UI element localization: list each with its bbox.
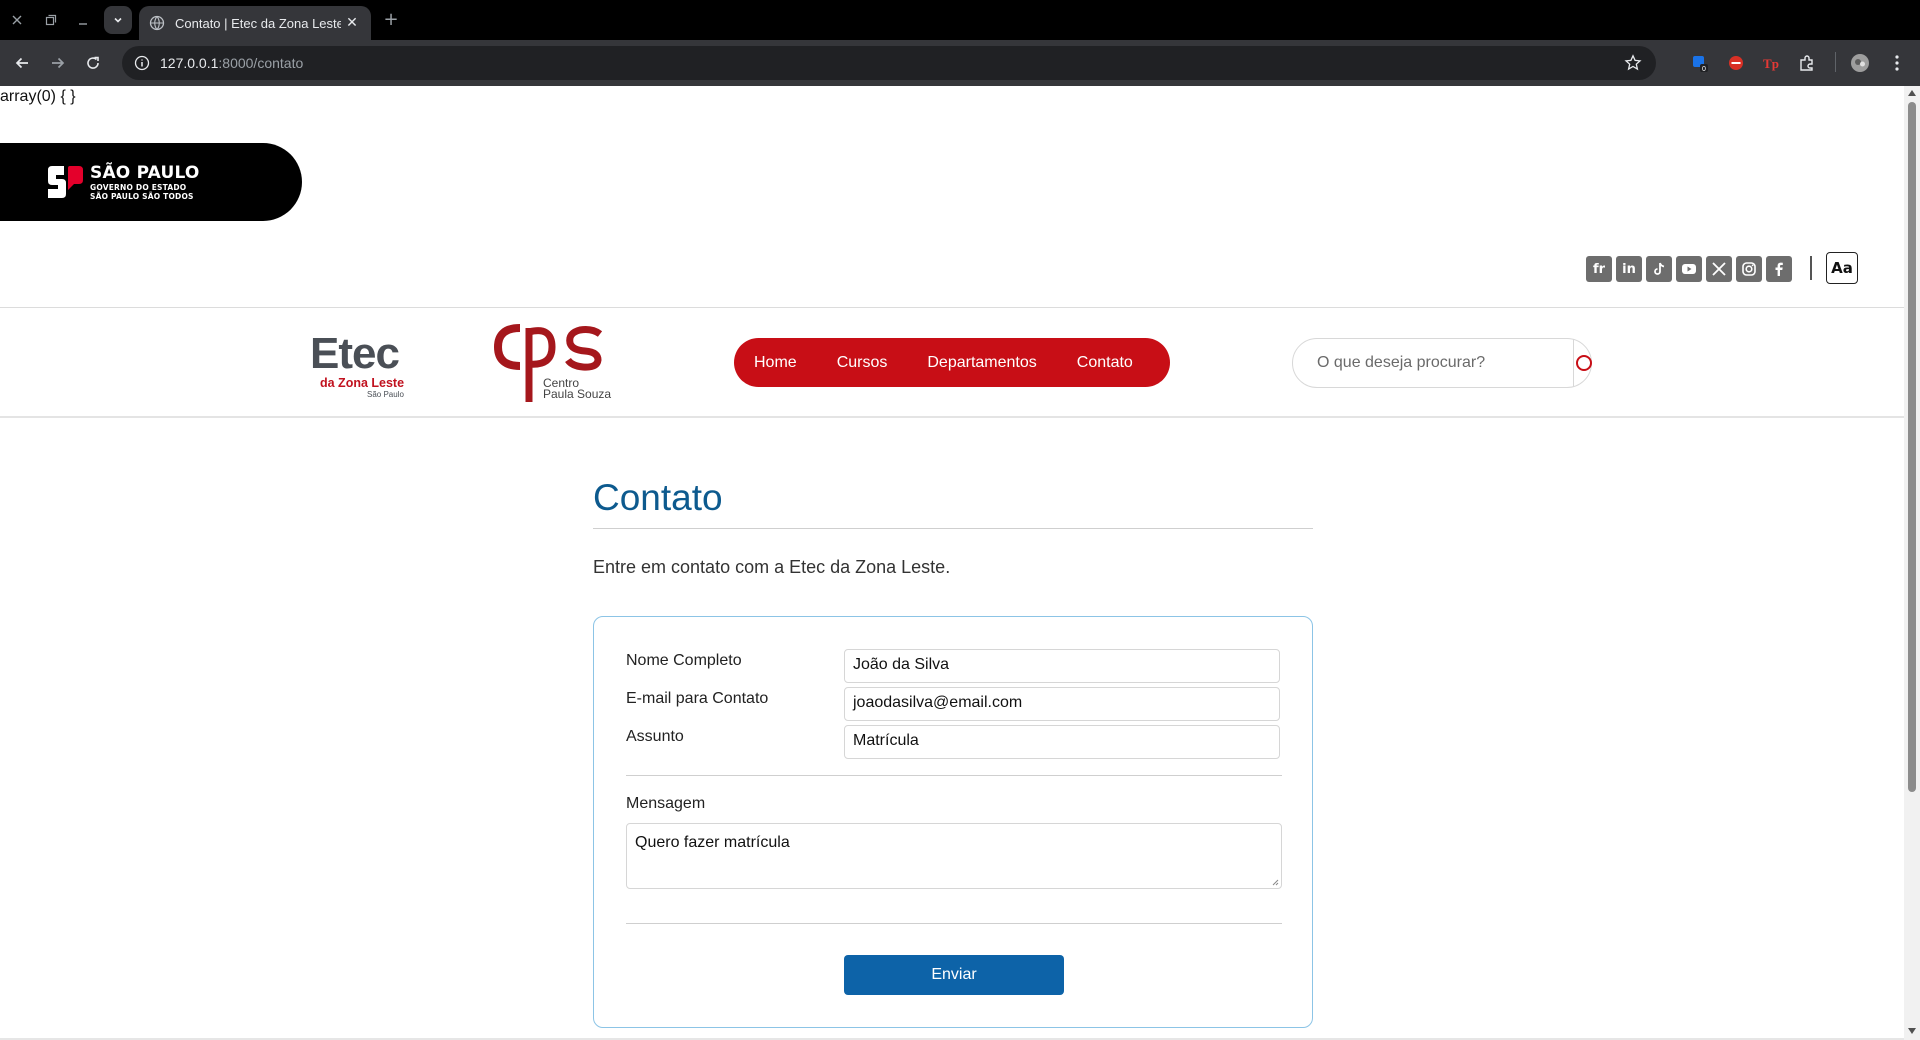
gov-logo-title: SÃO PAULO	[90, 163, 200, 183]
browser-titlebar: Contato | Etec da Zona Leste ✕ +	[0, 0, 1920, 40]
form-divider-bottom	[626, 923, 1282, 924]
email-label: E-mail para Contato	[626, 690, 769, 707]
etec-logo-title: Etec	[310, 329, 400, 378]
sp-logo-icon	[48, 166, 83, 198]
back-arrow-icon[interactable]	[10, 51, 34, 75]
linkedin-label: in	[1622, 261, 1636, 277]
tab-close-icon[interactable]: ✕	[343, 15, 361, 31]
instagram-icon[interactable]	[1736, 256, 1762, 282]
flickr-fr-icon[interactable]: fr	[1586, 256, 1612, 282]
scroll-up-arrow-icon[interactable]	[1908, 90, 1916, 96]
url-path: :8000/contato	[218, 55, 304, 71]
etec-logo-city: São Paulo	[367, 390, 404, 399]
page-lead: Entre em contato com a Etec da Zona Lest…	[593, 557, 951, 577]
gov-logo-slogan: SÃO PAULO SÃO TODOS	[90, 192, 194, 201]
x-twitter-icon[interactable]	[1706, 256, 1732, 282]
scroll-down-arrow-icon[interactable]	[1908, 1028, 1916, 1034]
window-close-icon[interactable]	[6, 9, 28, 31]
nav-item-contato[interactable]: Contato	[1077, 354, 1133, 372]
blocker-extension-icon[interactable]	[1725, 52, 1747, 74]
message-textarea[interactable]: Quero fazer matrícula	[626, 823, 1282, 889]
linkedin-icon[interactable]: in	[1616, 256, 1642, 282]
window-minimize-icon[interactable]	[72, 9, 94, 31]
new-tab-button[interactable]: +	[380, 9, 402, 31]
scrollbar-thumb[interactable]	[1908, 102, 1916, 792]
tp-extension-icon[interactable]: Tp	[1760, 52, 1782, 74]
nav-item-home[interactable]: Home	[754, 354, 797, 372]
facebook-icon[interactable]	[1766, 256, 1792, 282]
search-placeholder: O que deseja procurar?	[1317, 354, 1486, 371]
message-label: Mensagem	[626, 795, 706, 812]
form-divider	[626, 775, 1282, 776]
profile-avatar-icon[interactable]	[1849, 52, 1871, 74]
debug-output: array(0) { }	[0, 88, 76, 105]
url-host: 127.0.0.1	[160, 55, 219, 71]
browser-menu-icon[interactable]	[1886, 52, 1908, 74]
address-bar[interactable]: 127.0.0.1:8000/contato	[122, 46, 1656, 80]
message-text: Quero fazer matrícula	[635, 834, 790, 851]
email-field[interactable]: joaodasilva@email.com	[844, 687, 1280, 721]
title-underline	[593, 528, 1313, 529]
cps-logo[interactable]: Centro Paula Souza	[490, 320, 620, 406]
subject-label: Assunto	[626, 728, 684, 745]
contact-form: Nome Completo João da Silva E-mail para …	[593, 616, 1313, 1028]
etec-logo-subtitle: da Zona Leste	[320, 376, 405, 390]
browser-tab-active[interactable]: Contato | Etec da Zona Leste ✕	[139, 6, 371, 40]
top-divider	[0, 307, 1904, 308]
font-size-accessibility-button[interactable]: Aa	[1826, 252, 1858, 284]
globe-icon	[149, 15, 165, 31]
submit-button[interactable]: Enviar	[844, 955, 1064, 995]
name-field[interactable]: João da Silva	[844, 649, 1280, 683]
gov-logo-subtitle: GOVERNO DO ESTADO	[90, 183, 187, 192]
svg-text:Tp: Tp	[1763, 56, 1779, 71]
tiktok-icon[interactable]	[1646, 256, 1672, 282]
youtube-icon[interactable]	[1676, 256, 1702, 282]
name-label: Nome Completo	[626, 652, 742, 669]
gov-sp-logo[interactable]: SÃO PAULO GOVERNO DO ESTADO SÃO PAULO SÃ…	[0, 143, 302, 221]
search-input[interactable]: O que deseja procurar?	[1292, 338, 1592, 388]
web-page: array(0) { } SÃO PAULO GOVERNO DO ESTADO…	[0, 86, 1904, 1040]
cps-logo-line2: Paula Souza	[543, 387, 612, 401]
nav-item-departamentos[interactable]: Departamentos	[927, 354, 1036, 372]
subject-field[interactable]: Matrícula	[844, 725, 1280, 759]
resize-grip-icon[interactable]	[1271, 878, 1279, 886]
extensions-puzzle-icon[interactable]	[1796, 52, 1818, 74]
bookmark-star-icon[interactable]	[1624, 54, 1642, 72]
main-nav: Home Cursos Departamentos Contato	[734, 338, 1170, 387]
nav-item-cursos[interactable]: Cursos	[837, 354, 888, 372]
flickr-label: fr	[1592, 261, 1606, 277]
tab-title: Contato | Etec da Zona Leste	[175, 15, 341, 31]
extension-badge-icon[interactable]: 0	[1689, 52, 1711, 74]
forward-arrow-icon[interactable]	[46, 51, 70, 75]
browser-toolbar: 127.0.0.1:8000/contato 0 Tp	[0, 40, 1920, 86]
contact-section: Contato Entre em contato com a Etec da Z…	[593, 476, 1313, 578]
search-divider	[1573, 339, 1574, 387]
form-row-email: E-mail para Contato joaodasilva@email.co…	[626, 687, 1282, 721]
reload-icon[interactable]	[81, 51, 105, 75]
page-title: Contato	[593, 477, 723, 518]
etec-logo[interactable]: Etec da Zona Leste São Paulo	[310, 332, 420, 402]
tab-search-chevron-down-icon[interactable]	[104, 6, 132, 34]
header-bottom-divider	[0, 416, 1904, 418]
window-restore-icon[interactable]	[40, 9, 62, 31]
header-divider	[1810, 256, 1812, 280]
form-row-subject: Assunto Matrícula	[626, 725, 1282, 759]
svg-text:0: 0	[1702, 66, 1706, 73]
site-info-icon[interactable]	[134, 55, 150, 71]
toolbar-separator	[1835, 52, 1836, 72]
form-row-name: Nome Completo João da Silva	[626, 649, 1282, 683]
search-icon[interactable]	[1575, 354, 1593, 372]
